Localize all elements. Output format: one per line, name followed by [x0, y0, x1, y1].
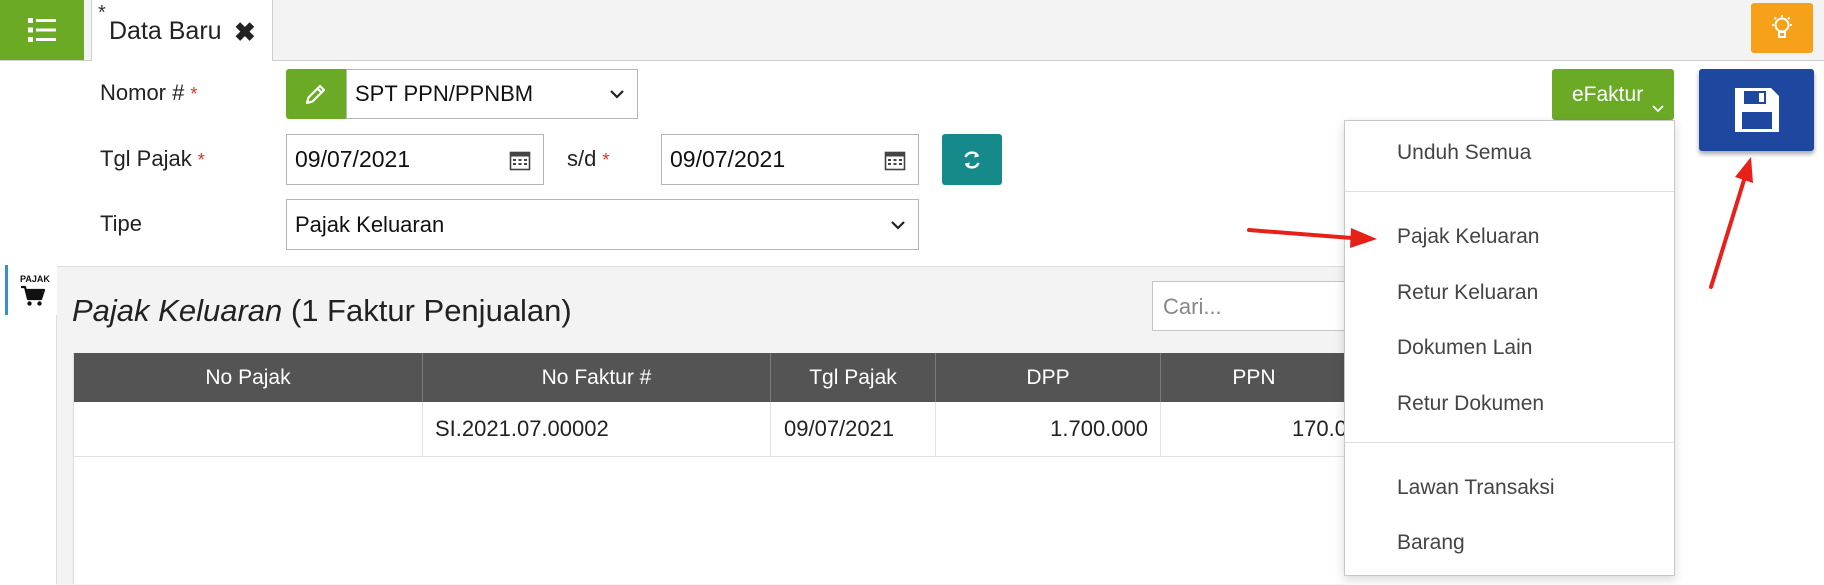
close-icon[interactable]: ✖ — [234, 17, 256, 48]
section-title: Pajak Keluaran (1 Faktur Penjualan) — [72, 293, 572, 328]
sd-label: s/d * — [567, 146, 610, 171]
side-tab-label: PAJAK — [20, 274, 50, 284]
edit-nomor-button[interactable] — [286, 69, 346, 119]
tipe-select[interactable]: Pajak Keluaran — [286, 199, 919, 250]
nomor-label: Nomor # * — [100, 80, 198, 105]
column-header-dpp[interactable]: DPP — [936, 353, 1161, 402]
column-header-tgl-pajak[interactable]: Tgl Pajak — [771, 353, 936, 402]
cart-icon — [21, 285, 46, 306]
refresh-icon — [964, 150, 980, 169]
side-tab-pajak[interactable]: PAJAK — [5, 265, 57, 315]
save-icon — [1734, 88, 1779, 132]
menu-item-retur-dokumen[interactable]: Retur Dokumen — [1397, 392, 1544, 416]
refresh-button[interactable] — [942, 134, 1002, 185]
menu-list-icon — [28, 18, 56, 42]
faktur-table: No Pajak No Faktur # Tgl Pajak DPP PPN S… — [73, 353, 1347, 584]
efaktur-dropdown-button[interactable]: eFaktur — [1552, 69, 1674, 120]
required-marker: * — [190, 84, 198, 104]
table-cell-tgl-pajak[interactable]: 09/07/2021 — [771, 402, 936, 457]
menu-button[interactable] — [0, 0, 84, 60]
tab-data-baru[interactable]: * Data Baru ✖ — [91, 0, 273, 61]
column-header-ppn[interactable]: PPN — [1161, 353, 1347, 402]
column-header-no-pajak[interactable]: No Pajak — [74, 353, 423, 402]
menu-item-dokumen-lain[interactable]: Dokumen Lain — [1397, 336, 1532, 360]
menu-divider — [1345, 191, 1674, 192]
calendar-icon[interactable] — [884, 149, 906, 171]
panel-divider — [56, 315, 57, 584]
search-input[interactable]: Cari... — [1152, 281, 1347, 331]
column-header-no-faktur[interactable]: No Faktur # — [423, 353, 771, 402]
menu-item-pajak-keluaran[interactable]: Pajak Keluaran — [1397, 225, 1539, 249]
table-cell-ppn[interactable]: 170.0 — [1161, 402, 1347, 457]
annotation-arrow-save — [1709, 157, 1753, 289]
tgl-pajak-label: Tgl Pajak * — [100, 146, 205, 171]
menu-item-unduh-semua[interactable]: Unduh Semua — [1397, 141, 1531, 165]
date-from-input[interactable]: 09/07/2021 — [286, 134, 544, 185]
chevron-down-icon — [610, 90, 624, 99]
table-cell-no-pajak[interactable] — [74, 402, 423, 457]
calendar-icon[interactable] — [509, 149, 531, 171]
tab-title: Data Baru — [109, 17, 222, 45]
chevron-down-icon — [891, 220, 905, 230]
chevron-down-icon — [1652, 105, 1664, 113]
modified-marker: * — [98, 2, 106, 24]
menu-item-lawan-transaksi[interactable]: Lawan Transaksi — [1397, 476, 1555, 500]
date-to-input[interactable]: 09/07/2021 — [661, 134, 919, 185]
lightbulb-icon — [1772, 15, 1792, 38]
top-bar: * Data Baru ✖ — [0, 0, 1824, 61]
menu-item-retur-keluaran[interactable]: Retur Keluaran — [1397, 281, 1538, 305]
save-button[interactable] — [1699, 69, 1814, 151]
table-cell-dpp[interactable]: 1.700.000 — [936, 402, 1161, 457]
menu-item-barang[interactable]: Barang — [1397, 531, 1465, 555]
hint-button[interactable] — [1751, 3, 1813, 53]
pencil-icon — [305, 84, 326, 105]
efaktur-menu: Unduh Semua Pajak Keluaran Retur Keluara… — [1344, 120, 1675, 576]
menu-divider — [1345, 442, 1674, 443]
tipe-label: Tipe — [100, 211, 142, 236]
table-cell-no-faktur[interactable]: SI.2021.07.00002 — [423, 402, 771, 457]
nomor-select[interactable]: SPT PPN/PPNBM — [346, 69, 638, 119]
required-marker: * — [602, 150, 610, 170]
required-marker: * — [197, 150, 205, 170]
